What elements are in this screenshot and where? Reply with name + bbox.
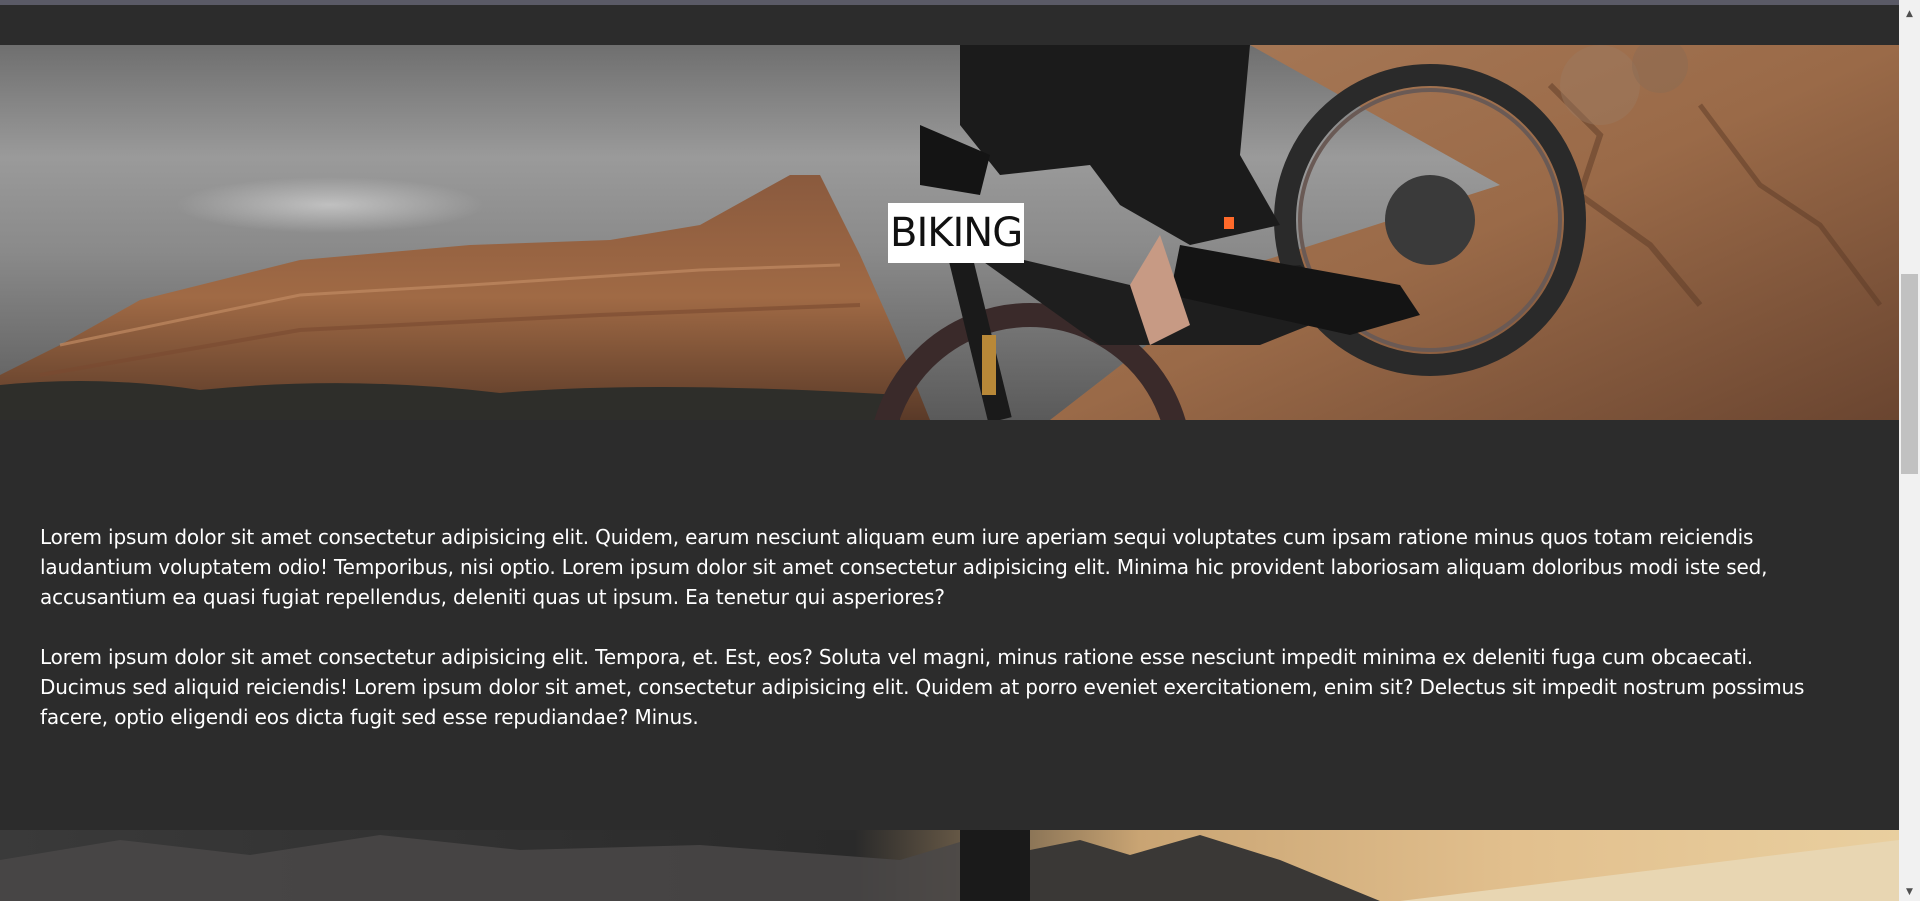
vertical-scrollbar[interactable]: ▲ ▼: [1899, 0, 1920, 901]
scrollbar-thumb[interactable]: [1901, 274, 1918, 475]
top-divider: [0, 0, 1899, 5]
hero-banner: BIKING: [0, 45, 1899, 420]
chevron-down-icon[interactable]: ▼: [1899, 884, 1920, 901]
mountain-image: [0, 830, 1899, 901]
paragraph-2: Lorem ipsum dolor sit amet consectetur a…: [40, 645, 1805, 729]
paragraph-1: Lorem ipsum dolor sit amet consectetur a…: [40, 525, 1768, 609]
chevron-up-icon[interactable]: ▲: [1899, 6, 1920, 23]
page-viewport: BIKING Lorem ipsum dolor sit amet consec…: [0, 0, 1899, 901]
hero-title: BIKING: [888, 203, 1025, 263]
content-section: Lorem ipsum dolor sit amet consectetur a…: [0, 420, 1899, 830]
next-section-image: [0, 830, 1899, 901]
